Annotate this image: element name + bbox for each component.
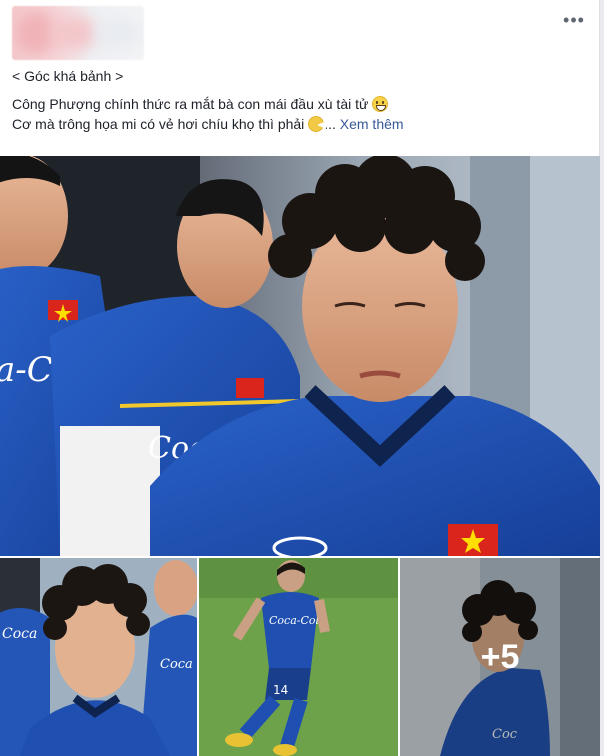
more-photos-overlay[interactable]: +5	[400, 558, 600, 756]
more-photos-count: +5	[480, 637, 520, 676]
blurred-author-name[interactable]	[12, 6, 144, 60]
grinning-emoji-icon	[372, 96, 389, 112]
thumbnail-1-image: Coca Coca	[0, 558, 197, 756]
post-options-ellipsis-icon[interactable]: •••	[560, 10, 588, 30]
pacman-emoji-icon	[308, 116, 325, 132]
post-text-line-2: Công Phượng chính thức ra mắt bà con mái…	[12, 94, 588, 114]
thumbnail-photo-3[interactable]: Coc +5	[400, 558, 600, 756]
main-photo-image: a-Col Coca-C	[0, 156, 600, 556]
thumbnail-2-image: Coca-Cola 14	[199, 558, 398, 756]
post-text-line-3: Cơ mà trông họa mi có vẻ hơi chíu khọ th…	[12, 116, 404, 132]
post-text: < Góc khá bảnh > Công Phượng chính thức …	[12, 66, 588, 134]
thumbnail-photo-2[interactable]: Coca-Cola 14	[199, 558, 398, 756]
main-photo[interactable]: a-Col Coca-C	[0, 156, 600, 556]
post-text-line-1: < Góc khá bảnh >	[12, 68, 124, 84]
svg-text:Coca: Coca	[160, 657, 193, 672]
see-more-link[interactable]: Xem thêm	[340, 116, 404, 132]
jersey-number: 14	[273, 683, 288, 697]
feed-post: ••• < Góc khá bảnh > Công Phượng chính t…	[0, 0, 600, 756]
thumbnail-photo-1[interactable]: Coca Coca	[0, 558, 197, 756]
svg-text:Coca: Coca	[2, 626, 37, 642]
post-header: •••	[12, 6, 588, 60]
